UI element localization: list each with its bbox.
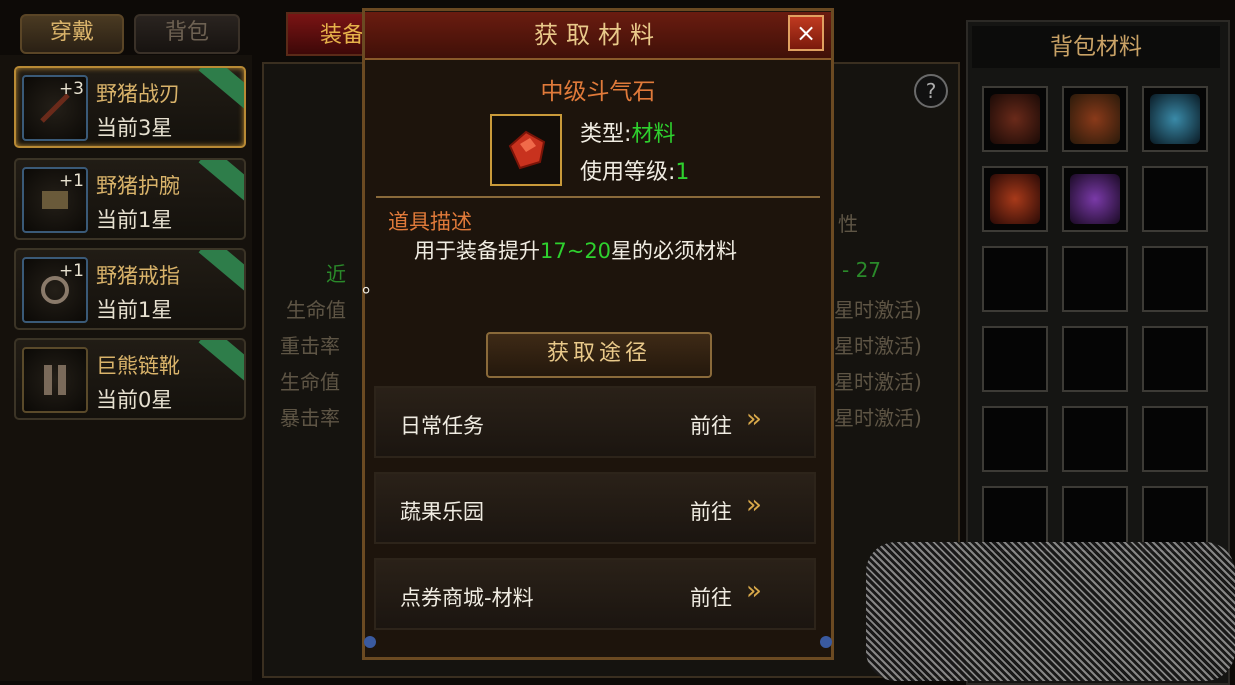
bag-cell-empty[interactable] bbox=[1142, 246, 1208, 312]
source-name: 日常任务 bbox=[400, 414, 484, 438]
stat-label: 生命值 bbox=[280, 370, 340, 394]
stat-value: - 27 bbox=[842, 258, 882, 282]
ring-icon: +1 bbox=[22, 257, 88, 323]
equip-slot-1[interactable]: +3 野猪战刃 当前3星 bbox=[14, 66, 246, 148]
bag-cell-empty[interactable] bbox=[1062, 406, 1128, 472]
bag-cell-filled[interactable] bbox=[1142, 86, 1208, 152]
equip-name: 野猪战刃 bbox=[96, 82, 180, 106]
equipped-tag bbox=[198, 160, 244, 201]
stat-label: 暴击率 bbox=[280, 406, 340, 430]
source-row-fruit-garden[interactable]: 蔬果乐园 前往 » bbox=[374, 472, 816, 544]
double-arrow-icon: » bbox=[746, 490, 762, 520]
stat-note: 星时激活) bbox=[834, 298, 922, 322]
stat-header: 性 bbox=[838, 212, 858, 236]
equip-name: 野猪戒指 bbox=[96, 264, 180, 288]
stat-label: 近 bbox=[326, 262, 346, 286]
go-button[interactable]: 前往 bbox=[690, 410, 732, 440]
equip-stars: 当前1星 bbox=[96, 208, 173, 232]
double-arrow-icon: » bbox=[746, 576, 762, 606]
bag-cell-empty[interactable] bbox=[1142, 326, 1208, 392]
double-arrow-icon: » bbox=[746, 404, 762, 434]
bag-cell-filled[interactable] bbox=[1062, 166, 1128, 232]
red-gem-icon bbox=[490, 114, 562, 186]
equip-slot-3[interactable]: +1 野猪戒指 当前1星 bbox=[14, 248, 246, 330]
bag-cell-empty[interactable] bbox=[982, 246, 1048, 312]
tab-bag[interactable]: 背包 bbox=[134, 14, 240, 54]
equipped-tag bbox=[198, 250, 244, 291]
material-item-icon bbox=[990, 174, 1040, 224]
sources-banner: 获取途径 bbox=[486, 332, 712, 378]
equipped-tag bbox=[198, 340, 244, 381]
close-button[interactable]: × bbox=[788, 15, 824, 51]
bag-cell-empty[interactable] bbox=[982, 406, 1048, 472]
bag-materials-title: 背包材料 bbox=[972, 26, 1220, 68]
source-name: 蔬果乐园 bbox=[400, 500, 484, 524]
stat-label: 生命值 bbox=[286, 298, 346, 322]
bag-cell-empty[interactable] bbox=[982, 326, 1048, 392]
equip-slot-2[interactable]: +1 野猪护腕 当前1星 bbox=[14, 158, 246, 240]
item-description: 用于装备提升17~20星的必须材料。 bbox=[362, 239, 738, 297]
source-row-voucher-shop[interactable]: 点券商城-材料 前往 » bbox=[374, 558, 816, 630]
stat-label: 重击率 bbox=[280, 334, 340, 358]
equip-stars: 当前3星 bbox=[96, 116, 173, 140]
equip-name: 野猪护腕 bbox=[96, 174, 180, 198]
item-type: 类型:材料 bbox=[580, 122, 676, 147]
equip-slot-4[interactable]: 巨熊链靴 当前0星 bbox=[14, 338, 246, 420]
boots-icon bbox=[22, 347, 88, 413]
bag-cell-empty[interactable] bbox=[1142, 166, 1208, 232]
go-button[interactable]: 前往 bbox=[690, 582, 732, 612]
bag-cell-empty[interactable] bbox=[1062, 246, 1128, 312]
item-level: 使用等级:1 bbox=[580, 160, 690, 185]
equipped-tag bbox=[198, 68, 244, 109]
material-item-icon bbox=[1150, 94, 1200, 144]
watermark-overlay bbox=[866, 542, 1235, 681]
go-button[interactable]: 前往 bbox=[690, 496, 732, 526]
tab-wear[interactable]: 穿戴 bbox=[20, 14, 124, 54]
source-row-daily-tasks[interactable]: 日常任务 前往 » bbox=[374, 386, 816, 458]
item-name: 中级斗气石 bbox=[540, 79, 656, 105]
bag-cell-filled[interactable] bbox=[982, 86, 1048, 152]
material-item-icon bbox=[1070, 94, 1120, 144]
dialog-title: 获取材料 bbox=[534, 21, 662, 49]
bag-cell-filled[interactable] bbox=[1062, 86, 1128, 152]
equip-stars: 当前1星 bbox=[96, 298, 173, 322]
stat-note: 星时激活) bbox=[834, 406, 922, 430]
corner-gem-icon bbox=[820, 636, 832, 648]
stat-note: 星时激活) bbox=[834, 370, 922, 394]
bracer-icon: +1 bbox=[22, 167, 88, 233]
equip-name: 巨熊链靴 bbox=[96, 354, 180, 378]
help-icon[interactable]: ? bbox=[914, 74, 948, 108]
desc-title: 道具描述 bbox=[388, 210, 472, 234]
divider bbox=[376, 196, 820, 198]
equip-stars: 当前0星 bbox=[96, 388, 173, 412]
stat-note: 星时激活) bbox=[834, 334, 922, 358]
bag-cell-empty[interactable] bbox=[1142, 406, 1208, 472]
bag-cell-empty[interactable] bbox=[1062, 326, 1128, 392]
source-name: 点券商城-材料 bbox=[400, 586, 534, 610]
corner-gem-icon bbox=[364, 636, 376, 648]
material-item-icon bbox=[990, 94, 1040, 144]
material-item-icon bbox=[1070, 174, 1120, 224]
bag-cell-filled[interactable] bbox=[982, 166, 1048, 232]
blade-icon: +3 bbox=[22, 75, 88, 141]
